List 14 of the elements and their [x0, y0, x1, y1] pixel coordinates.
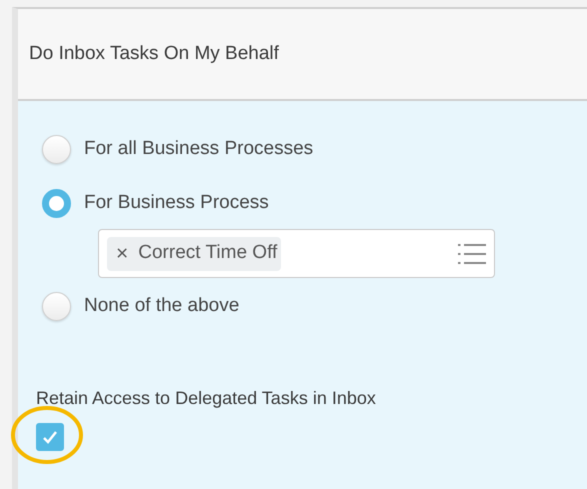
- tag-label: Correct Time Off: [138, 241, 278, 266]
- radio-button[interactable]: [42, 188, 71, 218]
- radio-label: None of the above: [84, 294, 240, 318]
- radio-label: For all Business Processes: [84, 136, 314, 161]
- radio-button[interactable]: [42, 134, 71, 164]
- checkbox[interactable]: [36, 423, 64, 451]
- radio-button[interactable]: [42, 292, 71, 320]
- radio-label: For Business Process: [84, 190, 269, 215]
- check-icon: [42, 430, 58, 444]
- section-title: Do Inbox Tasks On My Behalf: [29, 42, 279, 66]
- checkbox-label: Retain Access to Delegated Tasks in Inbox: [36, 387, 377, 410]
- remove-button[interactable]: ×: [116, 243, 128, 264]
- multiselect-field[interactable]: × Correct Time Off: [98, 229, 495, 278]
- list-icon[interactable]: [458, 242, 486, 266]
